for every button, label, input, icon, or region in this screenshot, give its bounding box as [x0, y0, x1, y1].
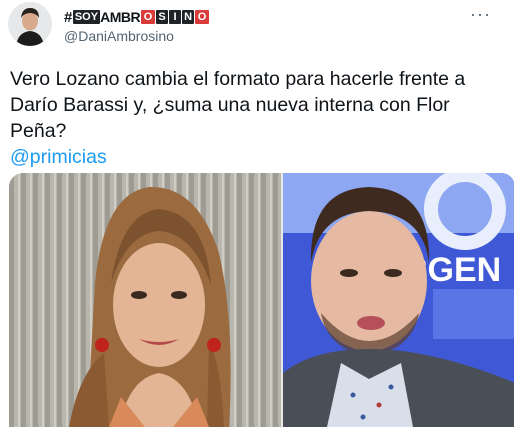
tweet-media[interactable]: RGEN — [9, 173, 514, 427]
user-handle[interactable]: @DaniAmbrosino — [64, 28, 174, 44]
more-options-icon[interactable]: ··· — [470, 4, 491, 25]
display-name-prefix: # — [64, 8, 72, 26]
tweet-text-line: Darío Barassi y, ¿suma una nueva interna… — [10, 94, 450, 116]
man-portrait-image: RGEN — [283, 173, 514, 427]
mention-link[interactable]: @primicias — [10, 144, 504, 170]
display-name-tile: SOY — [72, 10, 101, 24]
tweet-text: Vero Lozano cambia el formato para hacer… — [10, 66, 504, 170]
display-name-tile: AMBR — [100, 9, 141, 25]
avatar[interactable] — [8, 2, 52, 46]
tweet-text-line: Vero Lozano cambia el formato para hacer… — [10, 68, 466, 90]
display-name-tile: I — [169, 10, 182, 24]
tweet-text-line: Peña? — [10, 120, 67, 142]
media-photo-right[interactable]: RGEN — [283, 173, 514, 427]
display-name-tile: O — [195, 10, 210, 24]
display-name-tile: N — [182, 10, 195, 24]
tweet[interactable]: # SOY AMBR O S I N O @DaniAmbrosino ··· … — [0, 0, 514, 427]
media-photo-left[interactable] — [9, 173, 281, 427]
display-name-tile: S — [156, 10, 169, 24]
woman-portrait-image — [9, 173, 281, 427]
display-name[interactable]: # SOY AMBR O S I N O — [64, 8, 210, 26]
avatar-image — [8, 2, 52, 46]
display-name-tile: O — [141, 10, 156, 24]
